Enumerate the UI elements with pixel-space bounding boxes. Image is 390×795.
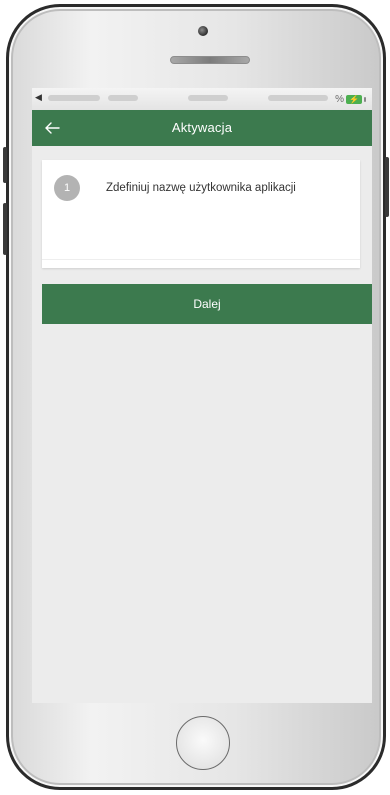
step-card: 1 Zdefiniuj nazwę użytkownika aplikacji: [42, 160, 360, 268]
earpiece-speaker: [170, 56, 250, 64]
step-description: Zdefiniuj nazwę użytkownika aplikacji: [106, 182, 296, 194]
front-camera: [198, 26, 208, 36]
next-button[interactable]: Dalej: [42, 284, 372, 324]
status-arrow-icon: ◀: [35, 92, 42, 102]
phone-side-button: [385, 157, 389, 217]
status-right-group: % ⚡: [335, 91, 366, 107]
step-number-badge: 1: [54, 175, 80, 201]
battery-charging-icon: ⚡: [346, 94, 362, 104]
battery-percent: %: [335, 93, 344, 105]
status-blurred-info: [188, 95, 228, 101]
phone-side-button: [3, 147, 7, 183]
card-divider: [42, 259, 360, 260]
status-blurred-info: [268, 95, 328, 101]
status-bar: ◀ % ⚡: [32, 88, 372, 110]
home-button[interactable]: [176, 716, 230, 770]
page-title: Aktywacja: [171, 120, 233, 135]
app-bar: Aktywacja: [32, 110, 372, 146]
status-blurred-info: [108, 95, 138, 101]
phone-side-button: [3, 203, 7, 255]
phone-screen: ◀ % ⚡ Aktywacja 1 Zdefiniuj nazwę użytko…: [32, 88, 372, 703]
status-blurred-info: [48, 95, 100, 101]
battery-tip: [364, 96, 366, 102]
